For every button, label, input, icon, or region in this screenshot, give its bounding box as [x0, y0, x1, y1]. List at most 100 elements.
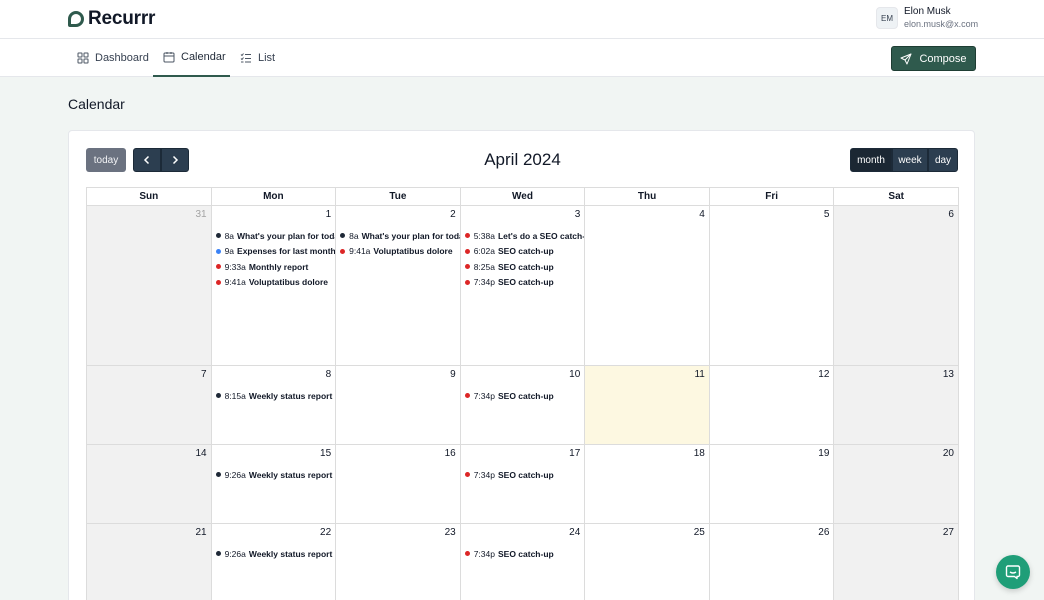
day-cell[interactable]: 9 [336, 366, 461, 445]
day-number[interactable]: 31 [195, 209, 206, 220]
day-number[interactable]: 4 [699, 209, 705, 220]
day-number[interactable]: 15 [320, 448, 331, 459]
day-number[interactable]: 10 [569, 369, 580, 380]
day-number[interactable]: 17 [569, 448, 580, 459]
day-number[interactable]: 13 [943, 369, 954, 380]
day-number[interactable]: 18 [694, 448, 705, 459]
event-title: Weekly status report [248, 390, 333, 401]
send-icon [900, 53, 912, 64]
event-list: 7:34p SEO catch-up [464, 546, 585, 562]
day-number[interactable]: 21 [195, 527, 206, 538]
day-number[interactable]: 14 [195, 448, 206, 459]
calendar-event[interactable]: 8aWhat's your plan for today? [215, 228, 335, 244]
day-cell[interactable]: 14 [87, 445, 212, 524]
day-number[interactable]: 7 [201, 369, 207, 380]
day-cell[interactable]: 20 [834, 445, 959, 524]
day-cell[interactable]: 26 [709, 524, 835, 600]
day-number[interactable]: 24 [569, 527, 580, 538]
calendar-event[interactable]: 9:26a Weekly status report [215, 467, 336, 483]
day-cell[interactable]: 23 [336, 524, 461, 600]
event-list: 7:34p SEO catch-up [464, 467, 585, 483]
day-cell[interactable]: 8 8:15a Weekly status report [211, 366, 337, 445]
day-number[interactable]: 12 [818, 369, 829, 380]
event-time: 9:33a [224, 261, 246, 272]
calendar-event[interactable]: 7:34p SEO catch-up [464, 275, 585, 291]
calendar-event[interactable]: 8aWhat's your plan for today? [340, 228, 460, 244]
day-cell[interactable]: 2 8aWhat's your plan for today?9:41aVolup… [336, 206, 461, 366]
event-dot-icon [340, 248, 346, 254]
day-number[interactable]: 26 [818, 527, 829, 538]
day-number[interactable]: 23 [445, 527, 456, 538]
event-dot-icon [464, 279, 470, 285]
tab-dashboard[interactable]: Dashboard [77, 39, 149, 77]
day-cell[interactable]: 7 [87, 366, 212, 445]
event-time: 8:15a [224, 390, 246, 401]
day-cell[interactable]: 11 [585, 366, 710, 445]
day-number[interactable]: 19 [818, 448, 829, 459]
day-cell[interactable]: 6 [834, 206, 959, 366]
user-menu[interactable]: EM Elon Musk elon.musk@x.com [876, 6, 978, 30]
day-number[interactable]: 1 [326, 209, 332, 220]
view-month-button[interactable]: month [850, 148, 892, 172]
week-row: 3118aWhat's your plan for today?9aExpens… [87, 206, 959, 366]
calendar-event[interactable]: 8:25a SEO catch-up [464, 259, 585, 275]
view-day-button[interactable]: day [928, 148, 958, 172]
day-number[interactable]: 11 [694, 369, 704, 380]
calendar-event[interactable]: 7:34p SEO catch-up [464, 546, 585, 562]
day-number[interactable]: 16 [445, 448, 456, 459]
event-time: 8a [224, 230, 235, 241]
day-number[interactable]: 8 [326, 369, 332, 380]
day-number[interactable]: 6 [948, 209, 954, 220]
day-number[interactable]: 20 [943, 448, 954, 459]
day-cell[interactable]: 22 9:26a Weekly status report [211, 524, 337, 600]
day-cell[interactable]: 15 9:26a Weekly status report [211, 445, 337, 524]
day-cell[interactable]: 16 [336, 445, 461, 524]
view-week-button[interactable]: week [892, 148, 928, 172]
calendar-event[interactable]: 9:41a Voluptatibus dolore [215, 275, 336, 291]
day-cell[interactable]: 10 7:34p SEO catch-up [460, 366, 586, 445]
chat-launcher-button[interactable] [996, 555, 1030, 589]
day-number[interactable]: 5 [824, 209, 830, 220]
day-cell[interactable]: 24 7:34p SEO catch-up [460, 524, 586, 600]
app-logo[interactable]: Recurrr [68, 8, 155, 30]
day-cell[interactable]: 19 [709, 445, 835, 524]
weekday-sun: Sun [87, 188, 212, 206]
day-cell[interactable]: 13 [834, 366, 959, 445]
day-number[interactable]: 25 [694, 527, 705, 538]
day-number[interactable]: 27 [943, 527, 954, 538]
day-cell[interactable]: 4 [585, 206, 710, 366]
calendar-event[interactable]: 9:26a Weekly status report [215, 546, 336, 562]
tab-list[interactable]: List [240, 39, 275, 77]
day-cell[interactable]: 12 [709, 366, 835, 445]
weekday-tue: Tue [336, 188, 461, 206]
day-number[interactable]: 2 [450, 209, 456, 220]
weekday-header: Sun Mon Tue Wed Thu Fri Sat [87, 188, 959, 206]
day-cell[interactable]: 3 5:38aLet's do a SEO catch-up6:02aSEO ca… [460, 206, 586, 366]
compose-button[interactable]: Compose [891, 46, 976, 71]
calendar-event[interactable]: 9:33a Monthly report [215, 259, 336, 275]
calendar-event[interactable]: 9a Expenses for last month [215, 244, 335, 260]
tab-calendar[interactable]: Calendar [153, 39, 230, 77]
calendar-event[interactable]: 5:38aLet's do a SEO catch-up [464, 228, 584, 244]
calendar-event[interactable]: 7:34p SEO catch-up [464, 467, 585, 483]
day-cell[interactable]: 31 [87, 206, 212, 366]
calendar-event[interactable]: 9:41a Voluptatibus dolore [340, 244, 460, 260]
event-dot-icon [464, 264, 470, 270]
day-cell[interactable]: 27 [834, 524, 959, 600]
day-number[interactable]: 3 [575, 209, 581, 220]
dashboard-grid-icon [77, 52, 89, 64]
tab-label: Dashboard [95, 52, 149, 64]
day-cell[interactable]: 5 [709, 206, 835, 366]
day-cell[interactable]: 17 7:34p SEO catch-up [460, 445, 586, 524]
calendar-event[interactable]: 7:34p SEO catch-up [464, 388, 585, 404]
view-switcher: month week day [850, 148, 958, 172]
day-number[interactable]: 9 [450, 369, 456, 380]
calendar-event[interactable]: 8:15a Weekly status report [215, 388, 336, 404]
day-cell[interactable]: 25 [585, 524, 710, 600]
day-number[interactable]: 22 [320, 527, 331, 538]
day-cell[interactable]: 18 [585, 445, 710, 524]
calendar-event[interactable]: 6:02a SEO catch-up [464, 244, 585, 260]
day-cell[interactable]: 1 8aWhat's your plan for today?9aExpenses… [211, 206, 337, 366]
day-cell[interactable]: 21 [87, 524, 212, 600]
weekday-mon: Mon [211, 188, 337, 206]
